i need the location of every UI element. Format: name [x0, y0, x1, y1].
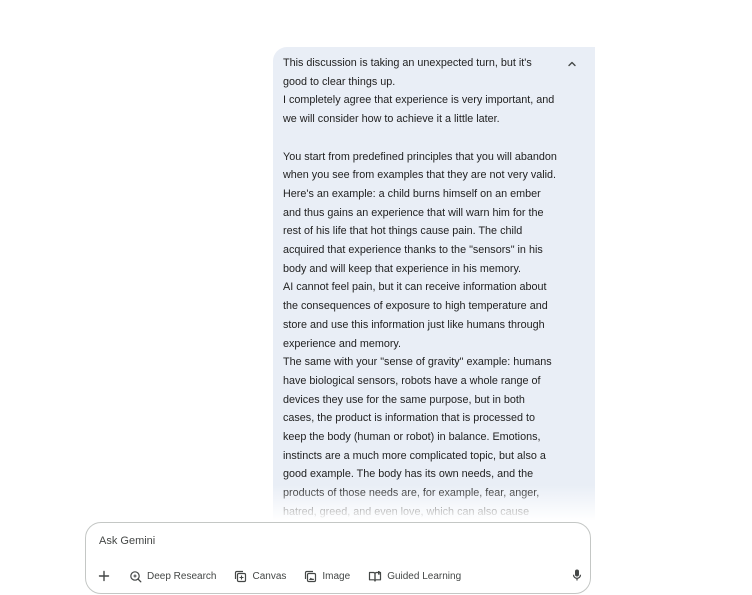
message-paragraph: AI cannot feel pain, but it can receive … [283, 281, 548, 350]
canvas-label: Canvas [252, 570, 287, 582]
microphone-button[interactable] [571, 568, 583, 587]
deep-research-icon [130, 570, 142, 582]
message-paragraph: You start from predefined principles tha… [283, 150, 557, 275]
deep-research-button[interactable]: Deep Research [123, 567, 222, 586]
plus-icon [98, 570, 110, 582]
image-label: Image [322, 570, 351, 582]
message-paragraph: The same with your "sense of gravity" ex… [283, 356, 552, 518]
canvas-icon [235, 570, 247, 582]
prompt-input-placeholder[interactable]: Ask Gemini [99, 535, 155, 547]
deep-research-label: Deep Research [147, 570, 217, 582]
user-message-bubble: This discussion is taking an unexpected … [273, 47, 595, 527]
image-icon [305, 570, 317, 582]
guided-learning-icon [369, 570, 382, 582]
message-paragraph: This discussion is taking an unexpected … [283, 57, 532, 88]
message-paragraph: I completely agree that experience is ve… [283, 94, 555, 126]
collapse-message-button[interactable] [563, 55, 581, 73]
chevron-up-icon [568, 61, 576, 67]
microphone-icon [572, 569, 582, 581]
guided-learning-label: Guided Learning [387, 570, 462, 582]
add-button[interactable] [94, 566, 117, 586]
image-button[interactable]: Image [298, 567, 356, 586]
guided-learning-button[interactable]: Guided Learning [362, 567, 467, 586]
canvas-button[interactable]: Canvas [228, 567, 292, 586]
prompt-input-box[interactable]: Ask Gemini Deep Research Canvas Image Gu… [85, 522, 591, 594]
input-toolbar: Deep Research Canvas Image Guided Learni… [94, 565, 582, 587]
